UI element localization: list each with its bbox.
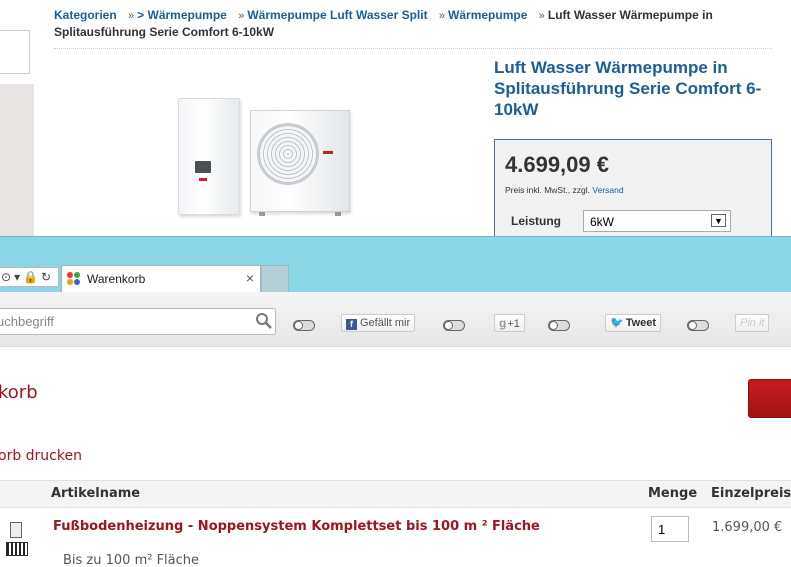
close-icon[interactable]: × [246, 270, 254, 286]
security-info-icon[interactable]: ⊙ [1, 270, 11, 284]
power-select-value: 6kW [590, 215, 614, 229]
shipping-link[interactable]: Versand [592, 185, 623, 195]
cart-item-name-link[interactable]: Fußbodenheizung - Noppensystem Kompletts… [53, 519, 540, 534]
twitter-bird-icon: 🐦 [610, 317, 624, 329]
breadcrumb-separator-icon: » [238, 10, 245, 22]
social-toolbar: fGefällt mir g+1 🐦Tweet Pin it [0, 292, 791, 347]
print-cart-link[interactable]: orb drucken [0, 448, 82, 464]
sidebar-panel-fragment [0, 84, 34, 236]
product-title: Luft Wasser Wärmepumpe in Splitausführun… [494, 58, 762, 119]
facebook-icon: f [346, 319, 357, 330]
product-image[interactable] [176, 96, 354, 216]
column-header-unit-price: Einzelpreis [711, 486, 791, 501]
browser-tab-bar: ⊙ ▾ 🔒 ↻ Warenkorb × [0, 236, 791, 292]
google-plus-icon: g [499, 316, 507, 330]
cart-page-window: ⊙▾🔒↻ Warenkorb × fGefällt mir g+1 🐦Tweet [0, 236, 791, 567]
product-thumbnail[interactable] [6, 520, 30, 560]
tab-title: Warenkorb [87, 272, 146, 286]
fan-grille-graphic [257, 123, 319, 185]
sidebar-input-fragment[interactable] [0, 30, 30, 74]
breadcrumb: Kategorien » > Wärmepumpe » Wärmepumpe Luf… [54, 7, 754, 40]
gplus-label: +1 [507, 318, 520, 330]
brand-logo-graphic [199, 178, 207, 181]
tweet-label: Tweet [625, 317, 657, 329]
cart-item-unit-price: 1.699,00 € [712, 520, 783, 535]
product-page-window: Kategorien » > Wärmepumpe » Wärmepumpe Luf… [0, 0, 791, 236]
power-select[interactable]: 6kW ▼ [583, 210, 731, 232]
breadcrumb-separator-icon: » [128, 10, 135, 22]
column-header-qty: Menge [648, 486, 698, 501]
facebook-like-button[interactable]: f Gefällt mir [341, 314, 416, 332]
pin-it-label: Pin it [740, 317, 765, 329]
facebook-privacy-toggle[interactable] [293, 320, 315, 331]
pinterest-privacy-toggle[interactable] [687, 320, 709, 331]
page-title: korb [0, 382, 38, 403]
breadcrumb-separator-icon: » [438, 10, 446, 22]
search-icon[interactable] [255, 312, 273, 330]
thumbnail-graphic [6, 542, 28, 556]
site-favicon-icon [67, 272, 81, 286]
breadcrumb-link-kategorien[interactable]: Kategorien [54, 8, 117, 22]
breadcrumb-link-luft-wasser-split[interactable]: Wärmepumpe Luft Wasser Split [247, 8, 427, 22]
search-input[interactable] [0, 308, 276, 335]
lock-icon: 🔒 [23, 270, 39, 284]
tweet-button[interactable]: 🐦 Tweet [605, 314, 662, 332]
thumbnail-graphic [10, 522, 22, 538]
chevron-down-icon[interactable]: ▼ [711, 214, 726, 227]
quantity-input[interactable] [651, 516, 689, 542]
divider [54, 48, 772, 49]
pin-it-button[interactable]: Pin it [735, 314, 770, 332]
option-label: Leistung [511, 214, 561, 228]
new-tab-button[interactable] [261, 265, 289, 292]
gplus-button[interactable]: g+1 [494, 314, 525, 332]
breadcrumb-link-waermepumpe[interactable]: > Wärmepumpe [137, 8, 227, 22]
product-price: 4.699,09 € [505, 152, 609, 177]
control-panel-graphic [195, 161, 211, 173]
price-note-text: Preis inkl. MwSt., zzgl. [505, 185, 591, 195]
cart-table-header: Artikelname Menge Einzelpreis [0, 480, 791, 508]
unit-feet-graphic [259, 212, 341, 216]
outdoor-unit-image [250, 110, 350, 216]
twitter-privacy-toggle[interactable] [548, 320, 570, 331]
brand-logo-graphic [323, 151, 333, 154]
dropdown-arrow-icon[interactable]: ▾ [14, 270, 20, 284]
breadcrumb-link-waermepumpe-2[interactable]: Wärmepumpe [448, 8, 527, 22]
price-note: Preis inkl. MwSt., zzgl. Versand [505, 185, 624, 195]
address-bar-icons: ⊙ ▾ 🔒 ↻ [0, 267, 60, 287]
gplus-privacy-toggle[interactable] [443, 320, 465, 331]
column-header-name: Artikelname [51, 486, 141, 501]
facebook-like-label: Gefällt mir [360, 317, 411, 329]
reload-icon[interactable]: ↻ [41, 270, 51, 284]
left-sidebar-fragment [0, 0, 34, 236]
tab-warenkorb[interactable]: Warenkorb × [61, 265, 261, 292]
cart-item-description: Bis zu 100 m² Fläche [63, 553, 200, 567]
table-row: Fußbodenheizung - Noppensystem Kompletts… [0, 508, 791, 567]
checkout-button[interactable] [748, 379, 791, 418]
breadcrumb-separator-icon: » [538, 10, 545, 22]
price-box: 4.699,09 € Preis inkl. MwSt., zzgl. Vers… [494, 139, 772, 236]
indoor-unit-image [178, 98, 240, 215]
